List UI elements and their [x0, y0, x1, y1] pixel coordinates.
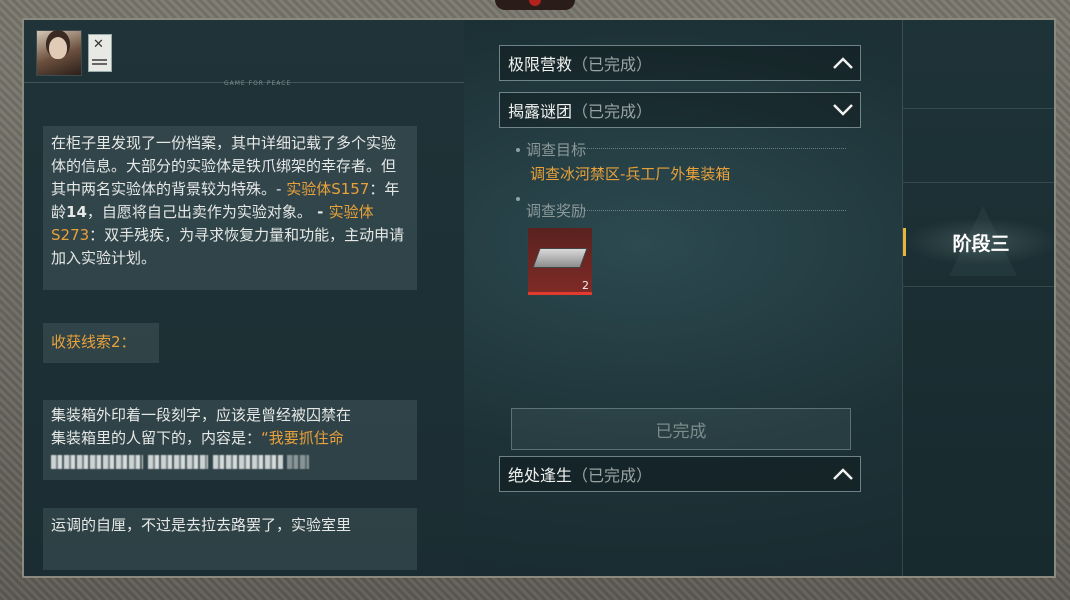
- dotted-divider: [584, 148, 846, 149]
- reward-count: 2: [582, 279, 589, 292]
- glitched-text-line: [51, 450, 409, 473]
- dash-separator: -: [311, 203, 329, 221]
- bullet-dot: [516, 197, 520, 201]
- completed-button[interactable]: 已完成: [511, 408, 851, 450]
- character-avatar[interactable]: [36, 30, 82, 76]
- quest-name: 极限营救: [508, 55, 573, 74]
- mission-panel: GAME FOR PEACE 在柜子里发现了一份档案，其中详细记载了多个实验体的…: [22, 18, 1056, 578]
- chevron-down-icon[interactable]: [832, 102, 854, 118]
- reward-item-card[interactable]: 2: [528, 228, 592, 295]
- subject-s157-age: 14: [66, 203, 87, 221]
- container-line2-text: 集装箱里的人留下的，内容是：: [51, 429, 262, 447]
- divider: [903, 286, 1054, 287]
- glitch-block: [212, 454, 283, 469]
- stage-column: 阶段三: [902, 20, 1054, 576]
- top-strip: [24, 20, 464, 83]
- subject-s157-name: 实验体S157: [286, 180, 370, 198]
- reward-label: 调查奖励: [526, 202, 587, 220]
- quest-column: 极限营救 （已完成） 揭露谜团 （已完成） 调查目标 调查冰河禁区-兵工厂外集装…: [464, 20, 902, 576]
- strip-caption: GAME FOR PEACE: [224, 80, 292, 87]
- subject-s157-desc-b: ，自愿将自己出卖作为实验对象。: [86, 203, 312, 221]
- subject-s273-desc: ：双手残疾，为寻求恢复力量和功能，主动申请加入实验计划: [51, 226, 405, 267]
- glitch-block: [287, 454, 310, 469]
- glitch-block: [147, 454, 208, 469]
- quest-status: （已完成）: [572, 102, 653, 121]
- stage-three-tab[interactable]: 阶段三: [903, 218, 1054, 266]
- divider: [903, 182, 1054, 183]
- bullet-dot: [516, 148, 520, 152]
- target-text: 调查冰河禁区-兵工厂外集装箱: [530, 165, 731, 183]
- quest-header-rescue[interactable]: 极限营救 （已完成）: [499, 45, 861, 81]
- document-badge-icon[interactable]: [88, 34, 112, 72]
- chevron-up-icon[interactable]: [832, 55, 854, 71]
- dotted-divider: [584, 210, 846, 211]
- glitch-block: [51, 454, 143, 469]
- ammo-box-icon: [532, 248, 588, 268]
- quest-status: （已完成）: [572, 466, 653, 485]
- container-text-box: 集装箱外印着一段刻字，应该是曾经被囚禁在 集装箱里的人留下的，内容是：“我要抓住…: [43, 400, 417, 480]
- quest-header-survive[interactable]: 绝处逢生 （已完成）: [499, 456, 861, 492]
- quest-status: （已完成）: [572, 55, 653, 74]
- quest-name: 绝处逢生: [508, 466, 573, 485]
- container-inscription: “我要抓住命: [261, 429, 344, 447]
- left-column: GAME FOR PEACE 在柜子里发现了一份档案，其中详细记载了多个实验体的…: [24, 20, 464, 576]
- container-line1: 集装箱外印着一段刻字，应该是曾经被囚禁在: [51, 406, 352, 424]
- chevron-up-icon[interactable]: [832, 466, 854, 482]
- archive-end: 。: [141, 249, 157, 267]
- container-line2: 集装箱里的人留下的，内容是：“我要抓住命: [51, 427, 409, 450]
- lab-line1: 运调的自厘，不过是去拉去路罢了，实验室里: [51, 516, 352, 534]
- clue-label: 收获线索2：: [43, 323, 159, 363]
- quest-header-mystery[interactable]: 揭露谜团 （已完成）: [499, 92, 861, 128]
- divider: [903, 108, 1054, 109]
- quest-name: 揭露谜团: [508, 102, 573, 121]
- lab-text-box: 运调的自厘，不过是去拉去路罢了，实验室里: [43, 508, 417, 570]
- target-label: 调查目标: [526, 141, 587, 159]
- archive-text-box: 在柜子里发现了一份档案，其中详细记载了多个实验体的信息。大部分的实验体是铁爪绑架…: [43, 126, 417, 290]
- top-ornament: [495, 0, 575, 10]
- stage-label: 阶段三: [952, 232, 1010, 255]
